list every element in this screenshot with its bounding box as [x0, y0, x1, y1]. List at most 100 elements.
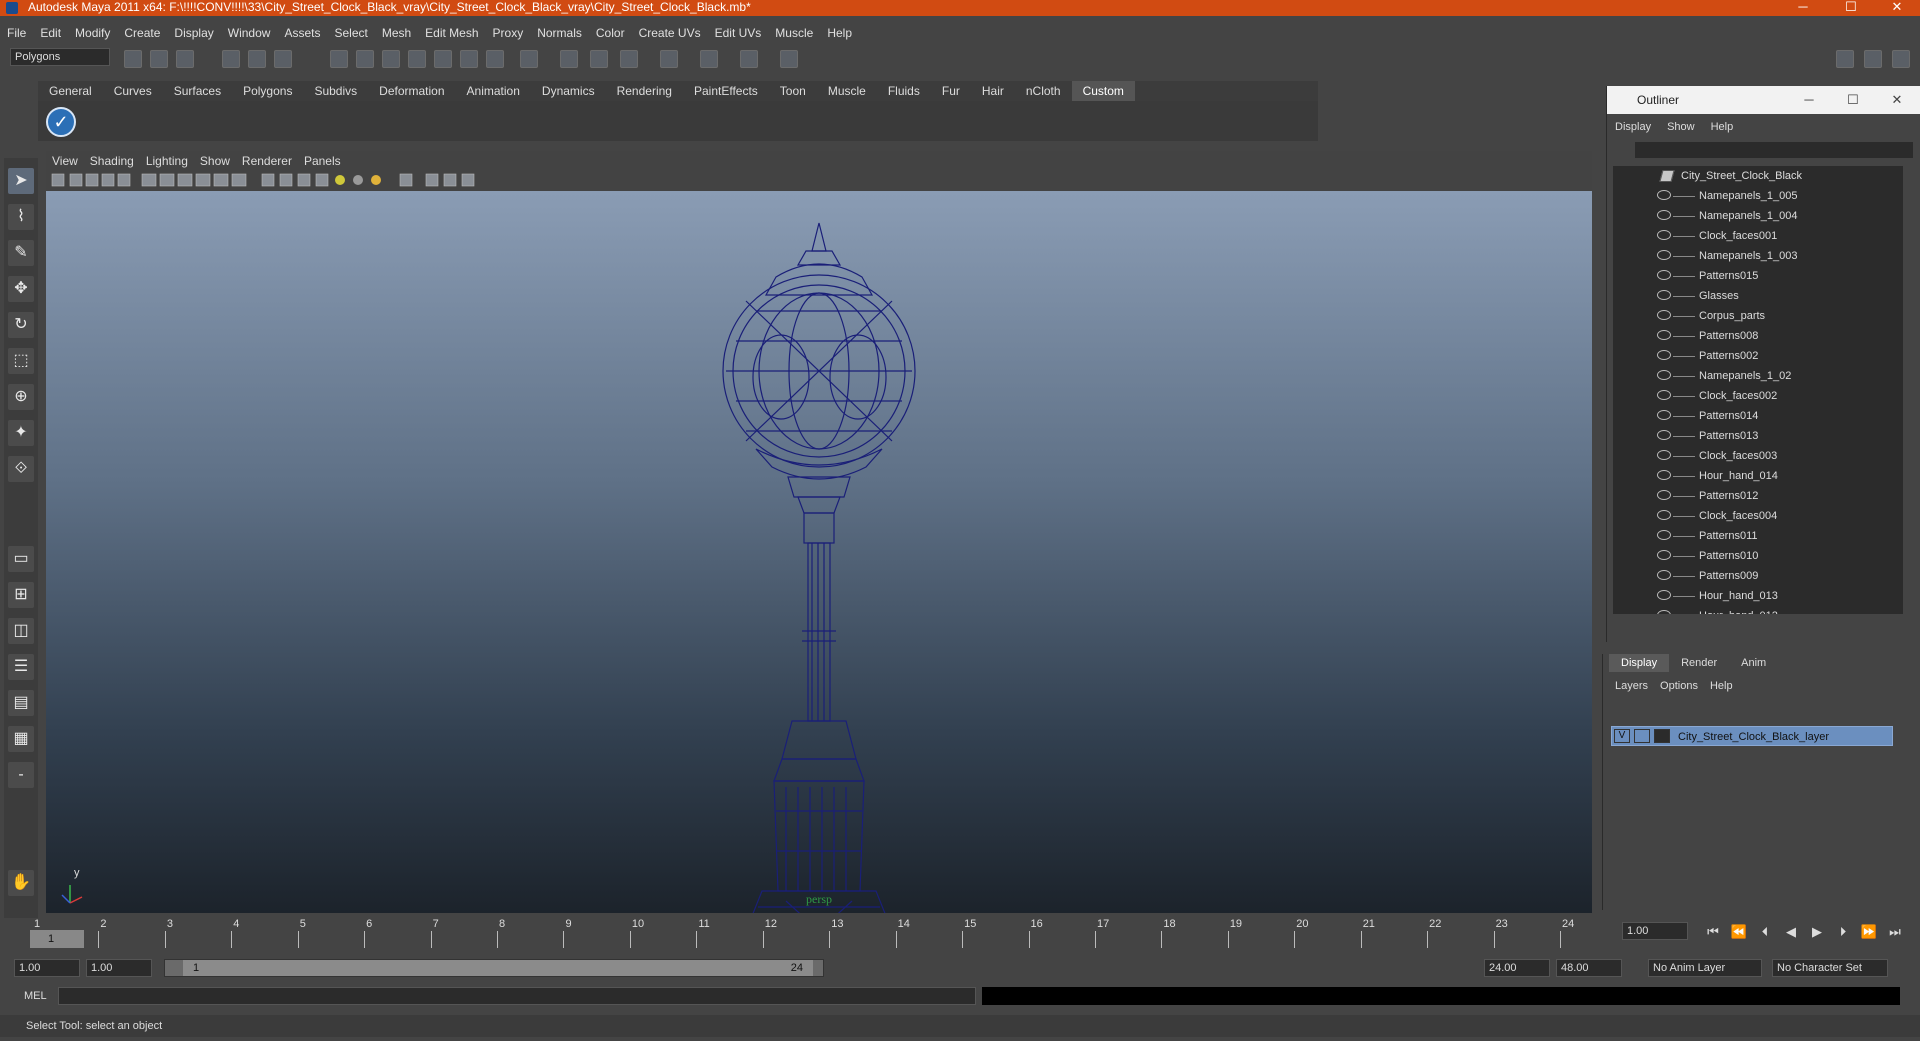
- menu-window[interactable]: Window: [221, 22, 278, 44]
- shelf-tab-toon[interactable]: Toon: [769, 81, 817, 101]
- shelf-tab-general[interactable]: General: [38, 81, 103, 101]
- layout-right-icon[interactable]: [1864, 50, 1882, 68]
- outliner-item[interactable]: Patterns013: [1613, 426, 1903, 446]
- menu-mesh[interactable]: Mesh: [375, 22, 418, 44]
- current-frame-marker[interactable]: 1: [30, 930, 84, 948]
- history-icon[interactable]: [460, 50, 478, 68]
- outliner-maximize-button[interactable]: ☐: [1831, 86, 1875, 114]
- close-button[interactable]: ✕: [1874, 0, 1920, 16]
- panel-menu-renderer[interactable]: Renderer: [236, 151, 298, 171]
- outliner-tree[interactable]: City_Street_Clock_Black Namepanels_1_005…: [1613, 166, 1903, 614]
- rotate-tool-icon[interactable]: ↻: [8, 312, 34, 338]
- paint-select-icon[interactable]: ✎: [8, 240, 34, 266]
- single-perspective-layout-icon[interactable]: ▭: [8, 546, 34, 572]
- layer-tab-anim[interactable]: Anim: [1729, 654, 1778, 672]
- shelf-tab-custom[interactable]: Custom: [1071, 81, 1135, 101]
- layer-menu-layers[interactable]: Layers: [1609, 676, 1654, 696]
- layer-menu-options[interactable]: Options: [1654, 676, 1704, 696]
- persp-graph-layout-icon[interactable]: ☰: [8, 654, 34, 680]
- play-backward-icon[interactable]: ◀: [1778, 924, 1804, 940]
- outliner-item[interactable]: Namepanels_1_003: [1613, 246, 1903, 266]
- panel-menu-lighting[interactable]: Lighting: [140, 151, 194, 171]
- panel-menu-show[interactable]: Show: [194, 151, 236, 171]
- outliner-item[interactable]: Corpus_parts: [1613, 306, 1903, 326]
- range-slider[interactable]: 1 24: [164, 959, 824, 977]
- outliner-menu-help[interactable]: Help: [1703, 118, 1742, 136]
- step-back-frame-icon[interactable]: ⏴: [1752, 924, 1778, 940]
- shelf-tab-rendering[interactable]: Rendering: [606, 81, 683, 101]
- soft-mod-icon[interactable]: ✦: [8, 420, 34, 446]
- shelf-tab-hair[interactable]: Hair: [971, 81, 1015, 101]
- panel-toolbar-icons[interactable]: [46, 171, 566, 191]
- outliner-item[interactable]: Patterns002: [1613, 346, 1903, 366]
- snap-plane-icon[interactable]: [408, 50, 426, 68]
- outliner-minimize-button[interactable]: ─: [1787, 86, 1831, 114]
- panel-menu-shading[interactable]: Shading: [84, 151, 140, 171]
- outliner-item[interactable]: Glasses: [1613, 286, 1903, 306]
- outliner-item[interactable]: Clock_faces001: [1613, 226, 1903, 246]
- shelf-tab-ncloth[interactable]: nCloth: [1015, 81, 1072, 101]
- go-to-start-icon[interactable]: ⏮: [1700, 924, 1726, 940]
- layout-option-icon[interactable]: ▦: [8, 726, 34, 752]
- menu-edit[interactable]: Edit: [33, 22, 68, 44]
- check-icon[interactable]: ✓: [46, 107, 76, 137]
- outliner-menu-display[interactable]: Display: [1607, 118, 1659, 136]
- menu-display[interactable]: Display: [167, 22, 220, 44]
- shelf-tab-fur[interactable]: Fur: [931, 81, 971, 101]
- outliner-menu-show[interactable]: Show: [1659, 118, 1703, 136]
- snap-grid-icon[interactable]: [330, 50, 348, 68]
- animation-start-field[interactable]: 1.00: [14, 959, 80, 977]
- range-slider-handle[interactable]: 1 24: [183, 960, 813, 976]
- time-slider[interactable]: 1 2 3 4 5 6 7 8 9 10 11 12 13 14 15 16 17 18 19 20 21 22 23 24 …: [14, 918, 1620, 948]
- persp-outliner-layout-icon[interactable]: ◫: [8, 618, 34, 644]
- save-scene-icon[interactable]: [176, 50, 194, 68]
- shelf-tab-dynamics[interactable]: Dynamics: [531, 81, 606, 101]
- scale-tool-icon[interactable]: ⬚: [8, 348, 34, 374]
- menu-proxy[interactable]: Proxy: [486, 22, 531, 44]
- outliner-item[interactable]: Hour_hand_013: [1613, 586, 1903, 606]
- menu-edit-mesh[interactable]: Edit Mesh: [418, 22, 485, 44]
- hypershade-layout-icon[interactable]: ▤: [8, 690, 34, 716]
- ipr-render-icon[interactable]: [590, 50, 608, 68]
- select-tool-icon[interactable]: ➤: [8, 168, 34, 194]
- character-set-selector[interactable]: No Character Set: [1772, 959, 1888, 977]
- outliner-item[interactable]: Hour_hand_014: [1613, 466, 1903, 486]
- mel-input[interactable]: [58, 987, 976, 1005]
- playback-end-field[interactable]: 24.00: [1484, 959, 1550, 977]
- layout-left-icon[interactable]: [1836, 50, 1854, 68]
- step-forward-frame-icon[interactable]: ⏵: [1830, 924, 1856, 940]
- minimize-button[interactable]: ─: [1780, 0, 1826, 16]
- perspective-viewport[interactable]: y persp: [46, 191, 1592, 913]
- layer-visibility-toggle[interactable]: V: [1614, 729, 1630, 743]
- layer-tab-display[interactable]: Display: [1609, 654, 1670, 672]
- menu-help[interactable]: Help: [820, 22, 859, 44]
- layer-color-swatch[interactable]: [1654, 729, 1670, 743]
- step-back-key-icon[interactable]: ⏪: [1726, 924, 1752, 940]
- shelf-tab-subdivs[interactable]: Subdivs: [303, 81, 368, 101]
- outliner-item[interactable]: Clock_faces002: [1613, 386, 1903, 406]
- shelf-tab-painteffects[interactable]: PaintEffects: [683, 81, 769, 101]
- layer-row[interactable]: V City_Street_Clock_Black_layer: [1611, 726, 1893, 746]
- shelf-tab-fluids[interactable]: Fluids: [877, 81, 931, 101]
- four-view-layout-icon[interactable]: ⊞: [8, 582, 34, 608]
- last-tool-icon[interactable]: ⟐: [8, 456, 34, 482]
- menu-edit-uvs[interactable]: Edit UVs: [708, 22, 769, 44]
- anim-layer-selector[interactable]: No Anim Layer: [1648, 959, 1762, 977]
- outliner-item[interactable]: Namepanels_1_004: [1613, 206, 1903, 226]
- outliner-item[interactable]: Hour_hand_012: [1613, 606, 1903, 614]
- tool-settings-icon[interactable]: [740, 50, 758, 68]
- shelf-tab-muscle[interactable]: Muscle: [817, 81, 877, 101]
- menu-normals[interactable]: Normals: [530, 22, 589, 44]
- snap-live-icon[interactable]: [434, 50, 452, 68]
- render-icon[interactable]: [560, 50, 578, 68]
- outliner-filter-input[interactable]: [1635, 142, 1913, 158]
- outliner-item[interactable]: Patterns015: [1613, 266, 1903, 286]
- lock-pan-icon[interactable]: ✋: [8, 870, 34, 896]
- playback-start-field[interactable]: 1.00: [86, 959, 152, 977]
- outliner-item[interactable]: Clock_faces003: [1613, 446, 1903, 466]
- outliner-item[interactable]: Patterns009: [1613, 566, 1903, 586]
- menu-select[interactable]: Select: [327, 22, 374, 44]
- layer-menu-help[interactable]: Help: [1704, 676, 1739, 696]
- menu-modify[interactable]: Modify: [68, 22, 117, 44]
- outliner-item[interactable]: Patterns010: [1613, 546, 1903, 566]
